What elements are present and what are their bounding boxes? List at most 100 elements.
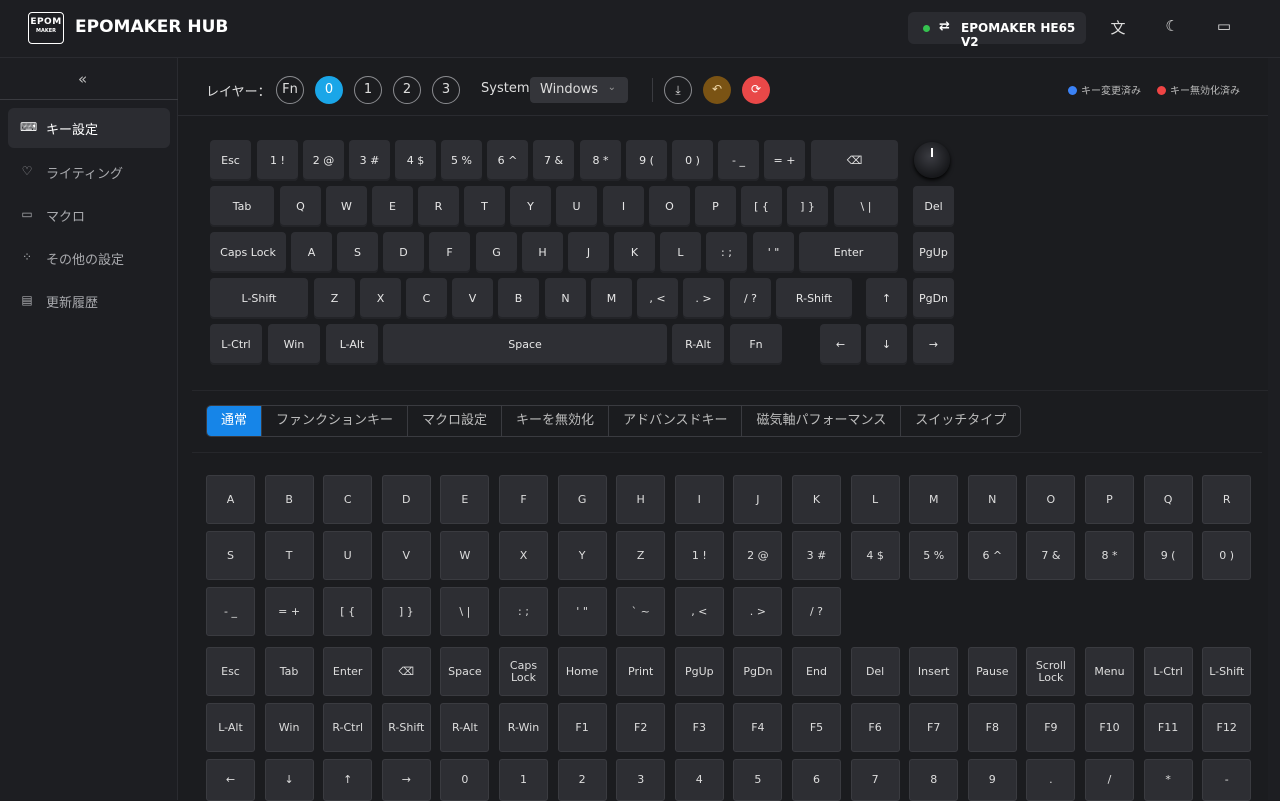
- grid-key-f12[interactable]: F12: [1202, 703, 1252, 752]
- grid-key-r-alt[interactable]: R-Alt: [440, 703, 490, 752]
- keyboard-key-pgdn[interactable]: PgDn: [913, 278, 954, 319]
- grid-key-f6[interactable]: F6: [850, 703, 900, 752]
- layer-button-3[interactable]: 3: [432, 76, 460, 104]
- keyboard-key-2[interactable]: 2 @: [303, 140, 344, 181]
- grid-key-8[interactable]: 8 *: [1085, 531, 1134, 580]
- grid-key-win[interactable]: Win: [264, 703, 314, 752]
- grid-key-a[interactable]: A: [206, 475, 255, 524]
- sidebar-item-4[interactable]: ▤ 更新履歴: [8, 281, 170, 321]
- grid-key-l[interactable]: L: [850, 475, 900, 524]
- scrollbar[interactable]: [1268, 58, 1280, 800]
- keyboard-key-n[interactable]: N: [545, 278, 586, 319]
- grid-key-5[interactable]: 5 %: [909, 531, 959, 580]
- grid-key-p[interactable]: P: [1085, 475, 1134, 524]
- keyboard-key-t[interactable]: T: [464, 186, 505, 227]
- keyboard-key-l-ctrl[interactable]: L-Ctrl: [210, 324, 262, 365]
- keyboard-key-k3-9[interactable]: . >: [683, 278, 724, 319]
- tab-5[interactable]: 磁気軸パフォーマンス: [742, 406, 902, 436]
- grid-key-home[interactable]: Home: [557, 647, 607, 696]
- grid-key-m[interactable]: M: [909, 475, 959, 524]
- keyboard-key-q[interactable]: Q: [280, 186, 321, 227]
- keyboard-key-k3-12[interactable]: ↑: [866, 278, 907, 319]
- grid-key-k2-6[interactable]: ' ": [557, 587, 607, 636]
- grid-key-caps-lock[interactable]: Caps Lock: [499, 647, 548, 696]
- grid-key-f11[interactable]: F11: [1143, 703, 1193, 752]
- keyboard-key-j[interactable]: J: [568, 232, 609, 273]
- keyboard-key-1[interactable]: 1 !: [257, 140, 298, 181]
- layer-button-0[interactable]: 0: [315, 76, 343, 104]
- grid-key-8[interactable]: 8: [909, 759, 959, 801]
- message-icon[interactable]: ▭: [1212, 17, 1236, 41]
- grid-key-5[interactable]: 5: [733, 759, 783, 801]
- grid-key-o[interactable]: O: [1026, 475, 1076, 524]
- grid-key-d[interactable]: D: [381, 475, 431, 524]
- keyboard-key-u[interactable]: U: [556, 186, 597, 227]
- reset-button[interactable]: ⟳: [742, 76, 770, 104]
- keyboard-key-k0-12[interactable]: = +: [764, 140, 805, 181]
- keyboard-key-k1-12[interactable]: ] }: [787, 186, 828, 227]
- grid-key-f2[interactable]: F2: [616, 703, 666, 752]
- keyboard-key-w[interactable]: W: [326, 186, 367, 227]
- grid-key-k3-3[interactable]: ⌫: [381, 647, 431, 696]
- keyboard-key-l-shift[interactable]: L-Shift: [210, 278, 308, 319]
- grid-key-r-shift[interactable]: R-Shift: [381, 703, 431, 752]
- grid-key-esc[interactable]: Esc: [206, 647, 255, 696]
- grid-key-6[interactable]: 6 ^: [967, 531, 1017, 580]
- keyboard-key-b[interactable]: B: [498, 278, 539, 319]
- grid-key-k5-2[interactable]: ↑: [323, 759, 373, 801]
- grid-key-end[interactable]: End: [792, 647, 841, 696]
- grid-key-3[interactable]: 3 #: [792, 531, 841, 580]
- grid-key-2[interactable]: 2: [557, 759, 607, 801]
- grid-key-g[interactable]: G: [557, 475, 607, 524]
- keyboard-key-m[interactable]: M: [591, 278, 632, 319]
- grid-key-print[interactable]: Print: [616, 647, 666, 696]
- keyboard-key-8[interactable]: 8 *: [580, 140, 621, 181]
- grid-key-k2-1[interactable]: = +: [264, 587, 314, 636]
- grid-key-insert[interactable]: Insert: [909, 647, 959, 696]
- grid-key-pause[interactable]: Pause: [967, 647, 1017, 696]
- keyboard-key-f[interactable]: F: [429, 232, 470, 273]
- system-select[interactable]: Windows ⌄: [530, 77, 628, 103]
- download-button[interactable]: ⤓: [664, 76, 692, 104]
- keyboard-key-c[interactable]: C: [406, 278, 447, 319]
- keyboard-key-g[interactable]: G: [476, 232, 517, 273]
- grid-key-7[interactable]: 7 &: [1026, 531, 1076, 580]
- grid-key-k2-5[interactable]: : ;: [499, 587, 548, 636]
- grid-key-l-ctrl[interactable]: L-Ctrl: [1143, 647, 1193, 696]
- grid-key-e[interactable]: E: [440, 475, 490, 524]
- keyboard-key-k1-13[interactable]: \ |: [834, 186, 898, 227]
- grid-key-k5-15[interactable]: /: [1085, 759, 1134, 801]
- grid-key-k5-14[interactable]: .: [1026, 759, 1076, 801]
- keyboard-key-l-alt[interactable]: L-Alt: [326, 324, 378, 365]
- keyboard-key-fn[interactable]: Fn: [730, 324, 782, 365]
- grid-key-r-ctrl[interactable]: R-Ctrl: [323, 703, 373, 752]
- keyboard-key-k[interactable]: K: [614, 232, 655, 273]
- grid-key-k2-3[interactable]: ] }: [381, 587, 431, 636]
- grid-key-l-shift[interactable]: L-Shift: [1202, 647, 1252, 696]
- grid-key-f5[interactable]: F5: [792, 703, 841, 752]
- grid-key-u[interactable]: U: [323, 531, 373, 580]
- grid-key-r[interactable]: R: [1202, 475, 1252, 524]
- tab-4[interactable]: アドバンスドキー: [609, 406, 743, 436]
- keyboard-key-4[interactable]: 4 $: [395, 140, 436, 181]
- keyboard-key-i[interactable]: I: [603, 186, 644, 227]
- grid-key-0[interactable]: 0 ): [1202, 531, 1252, 580]
- device-selector[interactable]: ⇄ EPOMAKER HE65 V2: [908, 12, 1086, 49]
- grid-key-n[interactable]: N: [967, 475, 1017, 524]
- grid-key-scroll-lock[interactable]: Scroll Lock: [1026, 647, 1076, 696]
- sidebar-item-0[interactable]: ⌨ キー設定: [8, 108, 170, 148]
- collapse-sidebar-icon[interactable]: «: [78, 70, 87, 88]
- keyboard-key-l[interactable]: L: [660, 232, 701, 273]
- grid-key-9[interactable]: 9: [967, 759, 1017, 801]
- sidebar-item-3[interactable]: ⁘ その他の設定: [8, 238, 170, 278]
- keyboard-key-0[interactable]: 0 ): [672, 140, 713, 181]
- grid-key-space[interactable]: Space: [440, 647, 490, 696]
- sidebar-item-2[interactable]: ▭ マクロ: [8, 195, 170, 235]
- grid-key-tab[interactable]: Tab: [264, 647, 314, 696]
- grid-key-w[interactable]: W: [440, 531, 490, 580]
- keyboard-key-x[interactable]: X: [360, 278, 401, 319]
- grid-key-s[interactable]: S: [206, 531, 255, 580]
- keyboard-key-k2-11[interactable]: ' ": [753, 232, 794, 273]
- keyboard-key-r-shift[interactable]: R-Shift: [776, 278, 852, 319]
- grid-key-4[interactable]: 4 $: [850, 531, 900, 580]
